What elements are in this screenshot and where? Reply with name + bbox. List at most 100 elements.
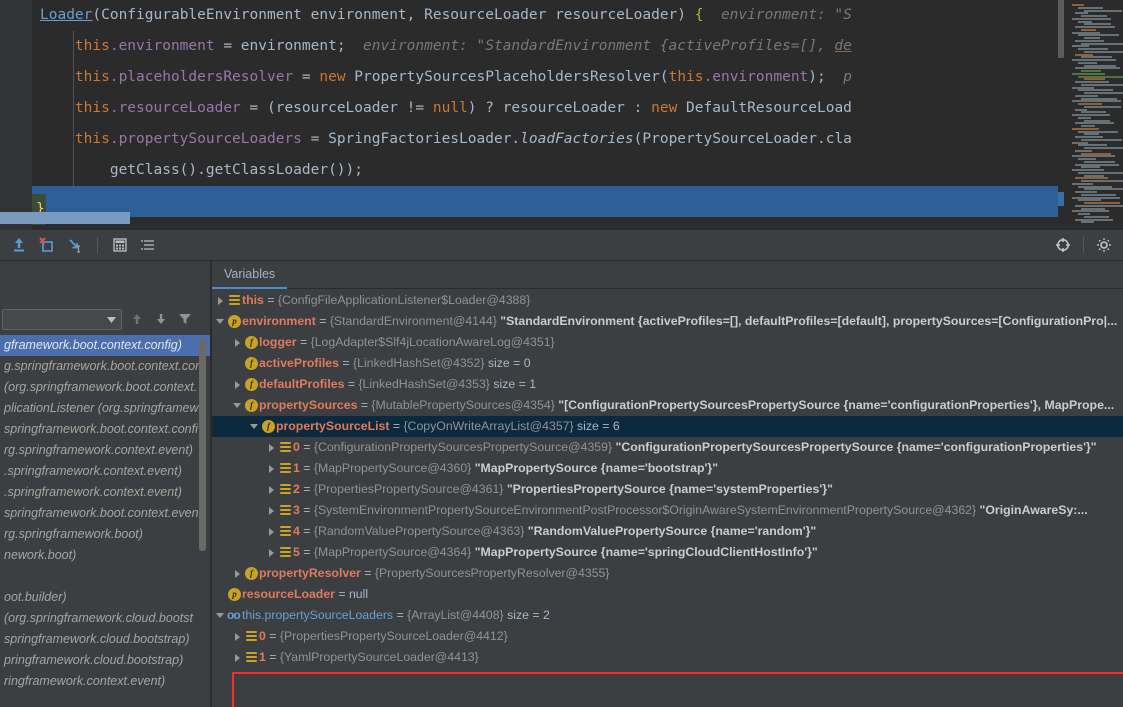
- minimap-line: [1078, 158, 1096, 160]
- variable-row[interactable]: p environment = {StandardEnvironment@4144…: [212, 311, 1123, 332]
- chevron-right-icon[interactable]: [267, 500, 278, 521]
- variable-row[interactable]: 1 = {MapPropertySource@4360} "MapPropert…: [212, 458, 1123, 479]
- call-stack-frame[interactable]: [0, 566, 210, 587]
- chevron-right-icon[interactable]: [233, 647, 244, 668]
- call-stack-frame[interactable]: springframework.cloud.bootstrap): [0, 629, 210, 650]
- chevron-right-icon[interactable]: [267, 437, 278, 458]
- code-text[interactable]: Loader(ConfigurableEnvironment environme…: [32, 0, 1058, 230]
- call-stack-frame[interactable]: plicationListener (org.springframewo: [0, 398, 210, 419]
- variable-equals: =: [344, 377, 359, 391]
- target-button[interactable]: [1050, 233, 1076, 257]
- variable-row[interactable]: this = {ConfigFileApplicationListener$Lo…: [212, 290, 1123, 311]
- chevron-right-icon[interactable]: [233, 626, 244, 647]
- variables-tree[interactable]: this = {ConfigFileApplicationListener$Lo…: [212, 290, 1123, 707]
- variable-type: {PropertySourcesPropertyResolver@4355}: [374, 566, 610, 580]
- minimap-line: [1081, 15, 1107, 17]
- variable-equals: =: [360, 566, 375, 580]
- code-line[interactable]: this.environment = environment; environm…: [32, 31, 1058, 62]
- code-line[interactable]: [32, 186, 1058, 217]
- variable-size: size = 1: [493, 377, 537, 391]
- frames-filter-button[interactable]: [174, 308, 196, 330]
- call-stack-frame[interactable]: g.springframework.boot.context.con: [0, 356, 210, 377]
- variable-kind-badge: f: [262, 420, 275, 433]
- call-stack-frame[interactable]: .springframework.context.event): [0, 482, 210, 503]
- call-stack-frame[interactable]: rg.springframework.boot): [0, 524, 210, 545]
- variable-row[interactable]: f activeProfiles = {LinkedHashSet@4352} s…: [212, 353, 1123, 374]
- field-icon: f: [244, 353, 259, 374]
- variable-row[interactable]: 2 = {PropertiesPropertySource@4361} "Pro…: [212, 479, 1123, 500]
- variable-row[interactable]: f propertySourceList = {CopyOnWriteArrayL…: [212, 416, 1123, 437]
- run-to-cursor-button[interactable]: [62, 233, 88, 257]
- code-token: this: [40, 69, 110, 85]
- call-stack-frame[interactable]: oot.builder): [0, 587, 210, 608]
- variable-row[interactable]: f logger = {LogAdapter$Slf4jLocationAware…: [212, 332, 1123, 353]
- minimap-line: [1084, 23, 1111, 26]
- minimap-line: [1081, 111, 1106, 114]
- minimap-line: [1081, 70, 1101, 72]
- code-line[interactable]: this.placeholdersResolver = new Property…: [32, 62, 1058, 93]
- chevron-right-icon[interactable]: [267, 521, 278, 542]
- variable-row[interactable]: f defaultProfiles = {LinkedHashSet@4353} …: [212, 374, 1123, 395]
- variable-row[interactable]: f propertySources = {MutablePropertySourc…: [212, 395, 1123, 416]
- evaluate-expression-button[interactable]: [107, 233, 133, 257]
- chevron-down-icon[interactable]: [250, 416, 261, 437]
- editor-gutter[interactable]: [0, 0, 32, 230]
- variable-name: defaultProfiles: [259, 377, 345, 391]
- editor-minimap[interactable]: [1058, 0, 1123, 230]
- force-step-into-button[interactable]: [6, 233, 32, 257]
- variable-row[interactable]: oo this.propertySourceLoaders = {ArrayLis…: [212, 605, 1123, 626]
- minimap-line: [1075, 163, 1119, 166]
- variable-name: 4: [293, 524, 300, 538]
- call-stack-frame[interactable]: gframework.boot.context.config): [0, 335, 210, 356]
- call-stack-frame[interactable]: .springframework.context.event): [0, 461, 210, 482]
- minimap-line: [1081, 193, 1116, 196]
- variable-row[interactable]: 3 = {SystemEnvironmentPropertySourceEnvi…: [212, 500, 1123, 521]
- chevron-right-icon[interactable]: [233, 374, 244, 395]
- code-line[interactable]: this.resourceLoader = (resourceLoader !=…: [32, 93, 1058, 124]
- code-line[interactable]: Loader(ConfigurableEnvironment environme…: [32, 0, 1058, 31]
- drop-frame-button[interactable]: [34, 233, 60, 257]
- variable-row[interactable]: 1 = {YamlPropertySourceLoader@4413}: [212, 647, 1123, 668]
- variable-name: 3: [293, 503, 300, 517]
- crosshair-icon: [1056, 238, 1070, 252]
- code-line[interactable]: this.propertySourceLoaders = SpringFacto…: [32, 124, 1058, 155]
- call-stack-frame[interactable]: (org.springframework.boot.context.: [0, 377, 210, 398]
- call-stack-frame[interactable]: (org.springframework.cloud.bootst: [0, 608, 210, 629]
- chevron-right-icon[interactable]: [233, 563, 244, 584]
- variable-row[interactable]: 0 = {ConfigurationPropertySourcesPropert…: [212, 437, 1123, 458]
- chevron-right-icon[interactable]: [233, 332, 244, 353]
- minimap-line: [1084, 160, 1115, 163]
- minimap-scrollbar[interactable]: [1058, 0, 1064, 58]
- chevron-right-icon[interactable]: [267, 479, 278, 500]
- code-editor[interactable]: Loader(ConfigurableEnvironment environme…: [0, 0, 1123, 230]
- frames-pane: gframework.boot.context.config) g.springf…: [0, 261, 210, 707]
- frames-up-button[interactable]: [126, 308, 148, 330]
- call-stack-frame[interactable]: rg.springframework.context.event): [0, 440, 210, 461]
- variable-row[interactable]: 4 = {RandomValuePropertySource@4363} "Ra…: [212, 521, 1123, 542]
- call-stack-frame[interactable]: springframework.boot.context.event: [0, 503, 210, 524]
- frames-scrollbar[interactable]: [199, 339, 206, 551]
- toolbar-separator: [1083, 237, 1084, 253]
- call-stack-frame[interactable]: springframework.boot.context.confi: [0, 419, 210, 440]
- chevron-down-icon[interactable]: [216, 605, 227, 626]
- call-stack-frame[interactable]: ringframework.context.event): [0, 671, 210, 692]
- chevron-right-icon[interactable]: [216, 290, 227, 311]
- frames-down-button[interactable]: [150, 308, 172, 330]
- variable-row[interactable]: 0 = {PropertiesPropertySourceLoader@4412…: [212, 626, 1123, 647]
- variable-row[interactable]: 5 = {MapPropertySource@4364} "MapPropert…: [212, 542, 1123, 563]
- call-stack-frame[interactable]: nework.boot): [0, 545, 210, 566]
- variable-row[interactable]: p resourceLoader = null: [212, 584, 1123, 605]
- variable-row[interactable]: f propertyResolver = {PropertySourcesProp…: [212, 563, 1123, 584]
- code-token: this: [40, 131, 110, 147]
- tab-variables[interactable]: Variables: [212, 261, 288, 289]
- call-stack-frame[interactable]: pringframework.cloud.bootstrap): [0, 650, 210, 671]
- chevron-right-icon[interactable]: [267, 542, 278, 563]
- chevron-down-icon[interactable]: [233, 395, 244, 416]
- settings-list-button[interactable]: [135, 233, 161, 257]
- code-line[interactable]: getClass().getClassLoader());: [32, 155, 1058, 186]
- chevron-right-icon[interactable]: [267, 458, 278, 479]
- call-stack-list[interactable]: gframework.boot.context.config) g.springf…: [0, 335, 210, 707]
- settings-button[interactable]: [1091, 233, 1117, 257]
- thread-selector[interactable]: [2, 309, 122, 330]
- chevron-down-icon[interactable]: [216, 311, 227, 332]
